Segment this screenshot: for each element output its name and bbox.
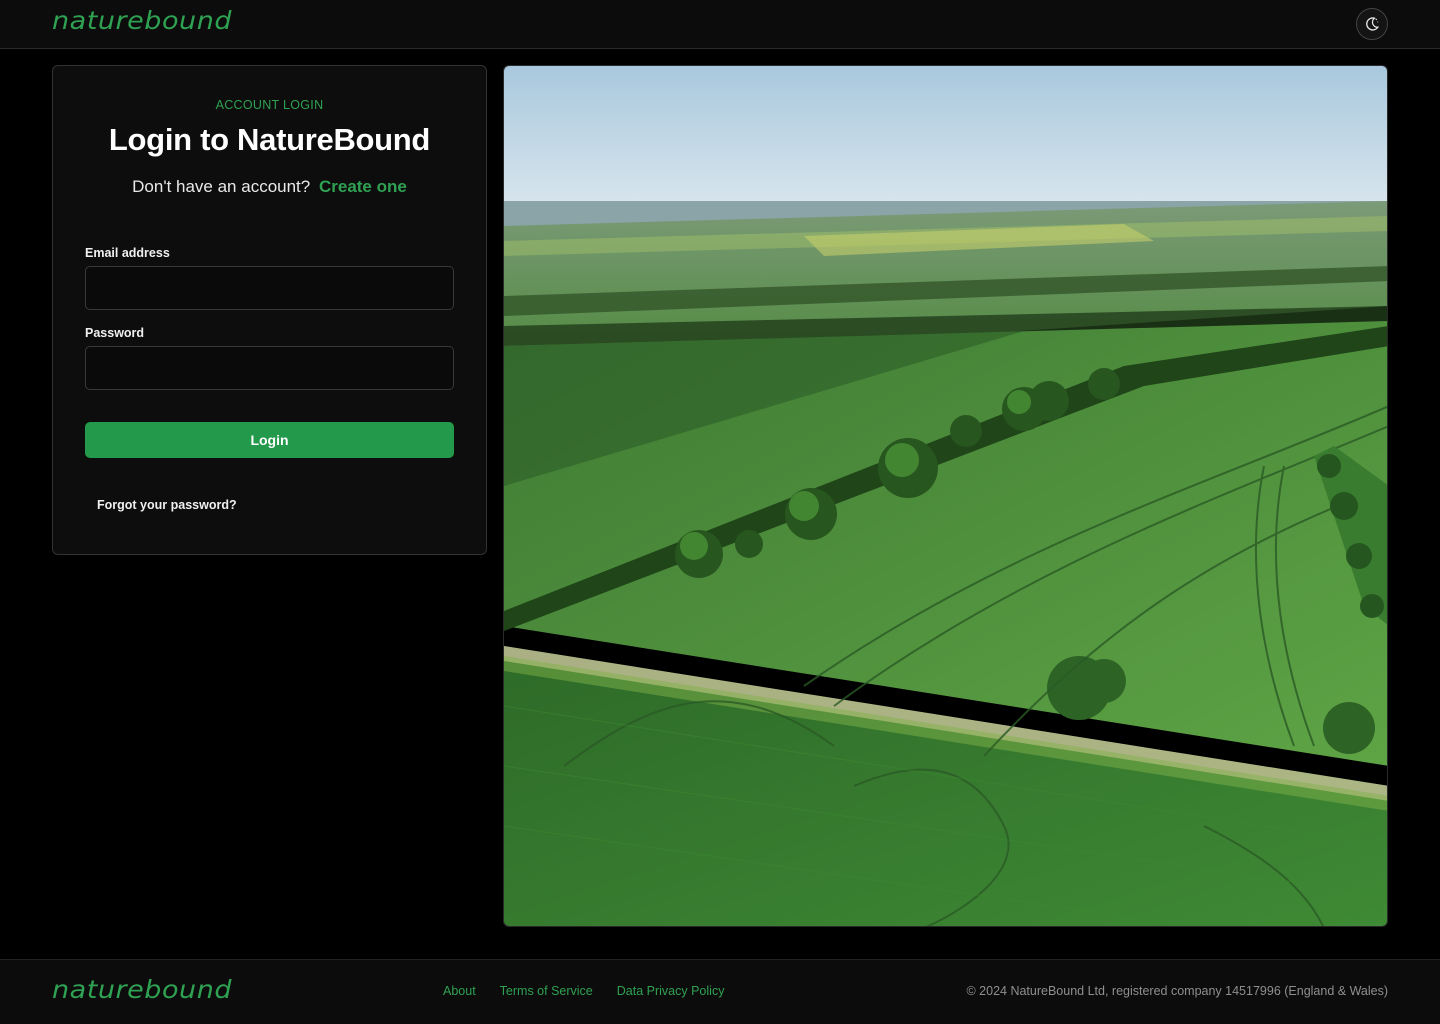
farm-landscape-image — [504, 66, 1387, 926]
footer-link-terms[interactable]: Terms of Service — [500, 984, 593, 998]
password-field[interactable] — [85, 346, 454, 390]
forgot-password-link[interactable]: Forgot your password? — [97, 498, 237, 512]
account-login-eyebrow: ACCOUNT LOGIN — [215, 98, 324, 112]
email-field[interactable] — [85, 266, 454, 310]
page-title: Login to NatureBound — [108, 122, 431, 157]
site-footer: naturebound About Terms of Service Data … — [0, 959, 1440, 1024]
footer-link-privacy[interactable]: Data Privacy Policy — [617, 984, 725, 998]
no-account-text: Don't have an account? — [132, 177, 311, 196]
footer-logo[interactable]: naturebound — [52, 975, 232, 1004]
login-card: ACCOUNT LOGIN Login to NatureBound Don't… — [52, 65, 487, 555]
password-label: Password — [85, 326, 145, 340]
hero-image — [503, 65, 1388, 927]
footer-link-about[interactable]: About — [443, 984, 476, 998]
header-logo[interactable]: naturebound — [52, 6, 232, 35]
site-header: naturebound — [0, 0, 1440, 49]
moon-icon — [1366, 17, 1380, 31]
login-button[interactable]: Login — [85, 422, 454, 458]
copyright-text: © 2024 NatureBound Ltd, registered compa… — [966, 984, 1388, 998]
signup-prompt: Don't have an account? Create one — [53, 177, 486, 197]
create-account-link[interactable]: Create one — [319, 177, 407, 196]
theme-toggle-button[interactable] — [1356, 8, 1388, 40]
email-label: Email address — [85, 246, 170, 260]
footer-links: About Terms of Service Data Privacy Poli… — [443, 984, 724, 998]
